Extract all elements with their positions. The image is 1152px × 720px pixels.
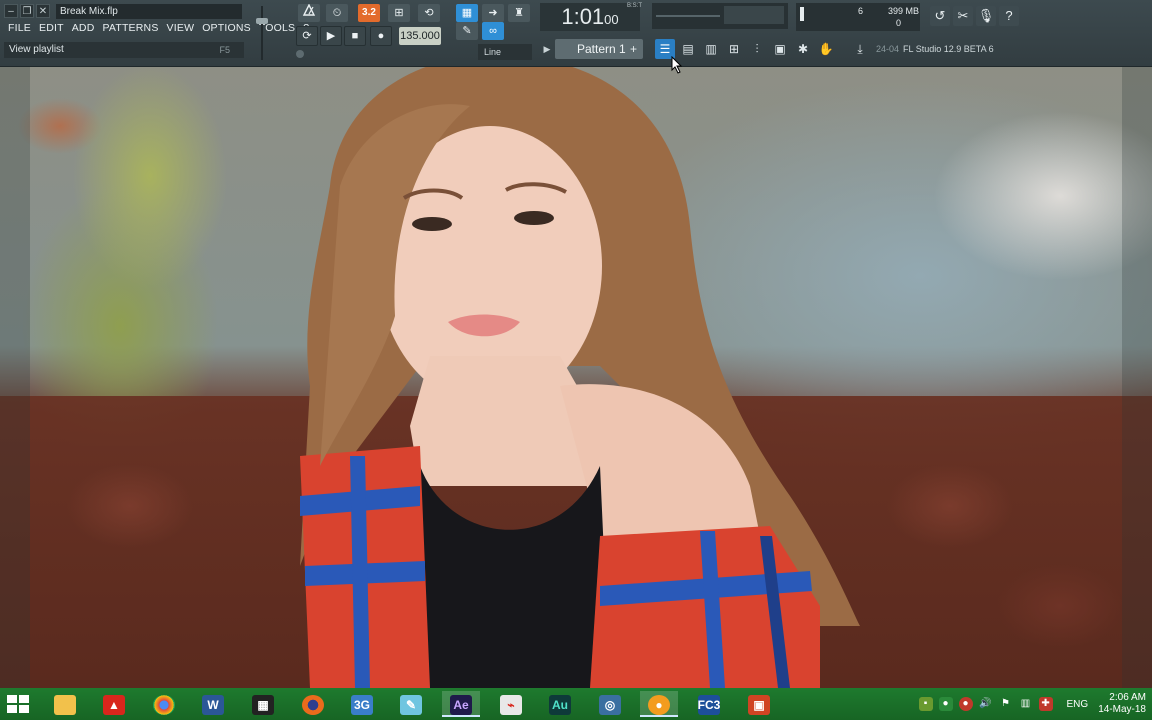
3g-icon[interactable]: 3G [343, 691, 381, 717]
poly-count: 6 [858, 6, 864, 16]
antivirus-icon[interactable]: ✚ [1038, 697, 1053, 711]
menu-file[interactable]: FILE [8, 22, 31, 34]
loop-icon[interactable]: ⟳ [296, 26, 318, 46]
wait-input-icon[interactable]: ⏲ [326, 4, 348, 22]
explorer-icon[interactable] [46, 691, 84, 717]
arrow-right-icon[interactable]: ➜ [482, 4, 504, 22]
touch-controller-icon[interactable]: ✋ [816, 39, 836, 59]
stop-icon[interactable]: ■ [344, 26, 366, 46]
play-icon[interactable]: ▶ [320, 26, 342, 46]
audition-icon[interactable]: Au [541, 691, 579, 717]
minimize-button[interactable]: – [4, 4, 18, 18]
hint-bar: View playlist F5 [4, 42, 244, 58]
windows-taskbar: ▲ W ▦ 3G ✎ Ae ⌁ Au ◎ ● FC3 ▣ ▪ ● ● 🔊 ⚑ ▥… [0, 688, 1152, 720]
slider-knob[interactable] [256, 18, 268, 24]
monitor-segment [724, 6, 784, 24]
hint-text: View playlist [9, 44, 64, 55]
plugin-database-icon[interactable]: ✱ [793, 39, 813, 59]
version-label[interactable]: 24-04 FL Studio 12.9 BETA 6 [876, 40, 994, 58]
network-icon[interactable]: ▥ [1019, 697, 1033, 711]
wallpaper-person [300, 66, 860, 688]
tray-sync-icon[interactable]: ● [938, 697, 953, 711]
word-icon[interactable]: W [194, 691, 232, 717]
slider-track [261, 6, 263, 60]
restore-button[interactable]: ❐ [20, 4, 34, 18]
fc3-icon[interactable]: FC3 [690, 691, 728, 717]
piano-roll-icon[interactable]: ▥ [701, 39, 721, 59]
poly-zero: 0 [896, 18, 902, 28]
after-effects-icon[interactable]: Ae [442, 691, 480, 717]
mouse-cursor-icon [671, 56, 683, 74]
cpu-memory-panel: 6 399 MB 0 [796, 3, 920, 31]
tempo-display[interactable]: 135.000 [399, 27, 441, 45]
pattern-prev-icon[interactable]: ▶ [541, 40, 553, 58]
close-button[interactable]: ✕ [36, 4, 50, 18]
clock-time: 2:06 AM [1109, 692, 1146, 703]
record-icon[interactable]: ● [370, 26, 392, 46]
network-app-icon[interactable]: ◎ [591, 691, 629, 717]
time-ticks: 00 [604, 12, 619, 27]
hint-shortcut: F5 [219, 45, 230, 55]
metronome-icon[interactable] [298, 3, 320, 22]
memory-usage: 399 MB [888, 6, 920, 16]
movie-maker-icon[interactable]: ▦ [244, 691, 282, 717]
chrome-icon[interactable] [145, 691, 183, 717]
microphone-icon[interactable]: 🎙 [976, 6, 996, 26]
cpu-level-bar [800, 7, 804, 21]
volume-icon[interactable]: 🔊 [979, 697, 993, 711]
pen-tool-icon[interactable]: ✎ [392, 691, 430, 717]
fl-studio-taskbar-icon[interactable]: ● [640, 691, 678, 717]
project-file-title: Break Mix.flp [56, 3, 242, 19]
monitor-line [656, 15, 720, 17]
loop-record-icon[interactable]: ⟲ [418, 4, 440, 22]
song-position-display[interactable]: 1:0100 [540, 3, 640, 31]
flag-icon[interactable]: ⚑ [999, 697, 1013, 711]
link-icon[interactable]: ∞ [482, 22, 504, 40]
browser-icon[interactable]: ⊞ [724, 39, 744, 59]
system-tray: ▪ ● ● 🔊 ⚑ ▥ ✚ ENG 2:06 AM 14-May-18 [913, 688, 1152, 720]
menu-view[interactable]: VIEW [167, 22, 195, 34]
time-main: 1:01 [561, 4, 605, 29]
time-format-label: B:S:T [627, 3, 643, 9]
windows-start-icon[interactable] [6, 694, 30, 714]
cut-icon[interactable]: ✂ [953, 6, 973, 26]
pencil-icon[interactable]: ✎ [456, 22, 478, 40]
step-edit-icon[interactable]: ⊞ [388, 4, 410, 22]
clock-date: 14-May-18 [1098, 704, 1146, 715]
acrobat-icon[interactable]: ▲ [95, 691, 133, 717]
tray-record-icon[interactable]: ● [958, 697, 973, 711]
stamp-icon[interactable]: ♜ [508, 4, 530, 22]
help-icon[interactable]: ? [999, 6, 1019, 26]
undo-icon[interactable]: ↺ [930, 6, 950, 26]
pitch-knob[interactable] [296, 50, 304, 58]
typing-keyboard-icon[interactable]: ▦ [456, 4, 478, 22]
download-icon[interactable]: ⤓ [850, 39, 870, 59]
menu-edit[interactable]: EDIT [39, 22, 64, 34]
version-date: 24-04 [876, 44, 900, 54]
master-volume-slider[interactable] [255, 6, 269, 60]
window-title-strip: – ❐ ✕ Break Mix.flp [4, 3, 242, 19]
menu-options[interactable]: OPTIONS [202, 22, 251, 34]
mixer-icon[interactable]: ⫶ [747, 39, 767, 59]
menu-patterns[interactable]: PATTERNS [102, 22, 158, 34]
tray-app-icon[interactable]: ▪ [918, 697, 933, 711]
plugin-picker-icon[interactable]: ▣ [770, 39, 790, 59]
pdf-icon[interactable]: ⌁ [492, 691, 530, 717]
overdub-button[interactable]: 3.2 [358, 4, 380, 22]
firefox-icon[interactable] [294, 691, 332, 717]
menu-add[interactable]: ADD [72, 22, 95, 34]
fl-studio-toolbar: – ❐ ✕ Break Mix.flp FILE EDIT ADD PATTER… [0, 0, 1152, 74]
language-indicator[interactable]: ENG [1067, 699, 1089, 710]
snap-select[interactable]: Line [478, 44, 532, 60]
powerpoint-icon[interactable]: ▣ [740, 691, 778, 717]
version-name: FL Studio 12.9 BETA 6 [903, 44, 994, 54]
desktop-wallpaper-photo [0, 66, 1152, 688]
add-pattern-button[interactable]: + [630, 41, 637, 57]
output-monitor [652, 3, 788, 29]
system-clock[interactable]: 2:06 AM 14-May-18 [1098, 692, 1146, 716]
